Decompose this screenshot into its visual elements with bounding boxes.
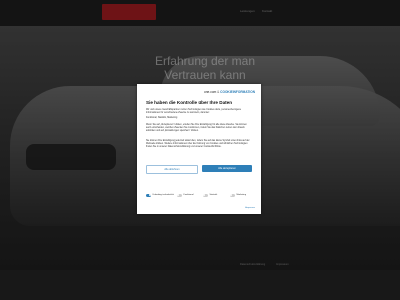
toggle-label: Unbedingt erforderlich	[152, 194, 175, 196]
customize-link[interactable]: Anpassen	[245, 207, 255, 209]
toggle-marketing[interactable]: Marketing	[230, 194, 246, 197]
toggle-switch[interactable]	[146, 194, 151, 197]
reject-all-button[interactable]: Alle ablehnen	[146, 165, 198, 174]
accept-all-button[interactable]: Alle akzeptieren	[202, 165, 252, 172]
brand-cookieinformation: COOKIEINFORMATION	[220, 90, 255, 94]
consent-intro-text: Wir und unsere Geschäftspartner nutzen T…	[146, 109, 242, 114]
toggle-functional[interactable]: Funktional	[177, 194, 194, 197]
consent-brand: one.com & COOKIEINFORMATION	[204, 90, 255, 94]
consent-toggles: Unbedingt erforderlich Funktional Statis…	[146, 194, 256, 202]
brand-onecom: one.com	[204, 90, 217, 94]
toggle-switch[interactable]	[177, 194, 182, 197]
toggle-label: Statistik	[209, 194, 218, 196]
cookie-consent-dialog: one.com & COOKIEINFORMATION Sie haben di…	[137, 84, 261, 214]
toggle-statistics[interactable]: Statistik	[203, 194, 217, 197]
consent-title: Sie haben die Kontrolle über Ihre Daten	[146, 100, 233, 105]
consent-purposes-text: Funktional, Statistik, Marketing	[146, 117, 178, 119]
toggle-necessary[interactable]: Unbedingt erforderlich	[146, 194, 174, 197]
page: Leistungen Kontakt Erfahrung der man Ver…	[0, 0, 400, 300]
toggle-switch[interactable]	[203, 194, 208, 197]
toggle-label: Marketing	[236, 194, 247, 196]
toggle-label: Funktional	[183, 194, 194, 196]
brand-separator: &	[217, 90, 220, 94]
toggle-switch[interactable]	[230, 194, 235, 197]
consent-withdraw-text: Sie können Ihre Einwilligung jederzeit w…	[146, 140, 250, 148]
consent-explanation-text: Wenn Sie auf „Akzeptieren“ klicken, erte…	[146, 124, 247, 132]
